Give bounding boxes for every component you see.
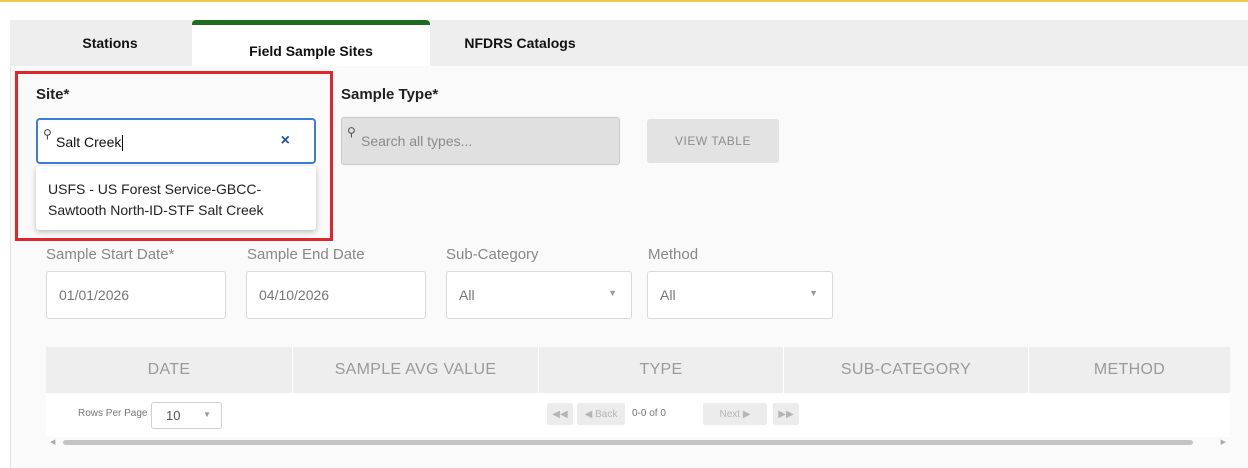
subcategory-select[interactable]: All ▼ (446, 271, 632, 319)
subcategory-label: Sub-Category (446, 246, 539, 263)
end-date-value: 04/10/2026 (259, 287, 330, 303)
start-date-label: Sample Start Date* (46, 246, 175, 263)
column-date[interactable]: DATE (46, 347, 292, 393)
subcategory-value: All (459, 287, 475, 303)
sample-type-placeholder: Search all types... (361, 133, 473, 149)
scroll-left-icon[interactable]: ◀ (50, 438, 55, 446)
search-icon: ⚲ (347, 125, 356, 139)
rows-per-page-value: 10 (166, 408, 181, 423)
column-sample-avg-value[interactable]: SAMPLE AVG VALUE (293, 347, 538, 393)
rows-per-page-select[interactable]: 10 ▼ (151, 402, 222, 429)
tab-nfdrs-catalogs[interactable]: NFDRS Catalogs (430, 20, 610, 66)
start-date-value: 01/01/2026 (59, 287, 130, 303)
tab-stations[interactable]: Stations (30, 20, 190, 66)
view-table-button[interactable]: VIEW TABLE (647, 119, 779, 163)
column-method[interactable]: METHOD (1029, 347, 1230, 393)
last-page-button[interactable]: ▶▶ (773, 403, 799, 425)
first-page-button[interactable]: ◀◀ (547, 403, 573, 425)
next-button[interactable]: Next ▶ (703, 403, 767, 425)
chevron-down-icon: ▼ (809, 288, 818, 298)
scroll-thumb[interactable] (63, 440, 1193, 445)
pagination-row: Rows Per Page 10 ▼ ◀◀ ◀ Back 0-0 of 0 Ne… (46, 393, 1230, 437)
tab-bar: Stations Field Sample Sites NFDRS Catalo… (10, 20, 1248, 68)
rows-per-page-label: Rows Per Page (78, 408, 148, 419)
method-label: Method (648, 246, 699, 263)
back-button[interactable]: ◀ Back (577, 403, 625, 425)
end-date-field[interactable]: 04/10/2026 (246, 271, 426, 319)
top-accent-line (0, 0, 1248, 2)
sample-type-label: Sample Type* (341, 86, 439, 103)
method-select[interactable]: All ▼ (647, 271, 833, 319)
chevron-down-icon: ▼ (203, 410, 211, 419)
horizontal-scrollbar[interactable]: ◀ ▶ (46, 437, 1230, 447)
table-header: DATE SAMPLE AVG VALUE TYPE SUB-CATEGORY … (46, 347, 1230, 393)
chevron-down-icon: ▼ (608, 288, 617, 298)
scroll-right-icon[interactable]: ▶ (1221, 438, 1226, 446)
tab-field-sample-sites[interactable]: Field Sample Sites (192, 20, 430, 68)
sample-type-input[interactable]: ⚲ Search all types... (341, 117, 620, 165)
column-type[interactable]: TYPE (539, 347, 783, 393)
highlight-box (15, 71, 333, 241)
column-sub-category[interactable]: SUB-CATEGORY (784, 347, 1028, 393)
end-date-label: Sample End Date (247, 246, 365, 263)
start-date-field[interactable]: 01/01/2026 (46, 271, 226, 319)
method-value: All (660, 287, 676, 303)
page-info: 0-0 of 0 (632, 408, 666, 419)
